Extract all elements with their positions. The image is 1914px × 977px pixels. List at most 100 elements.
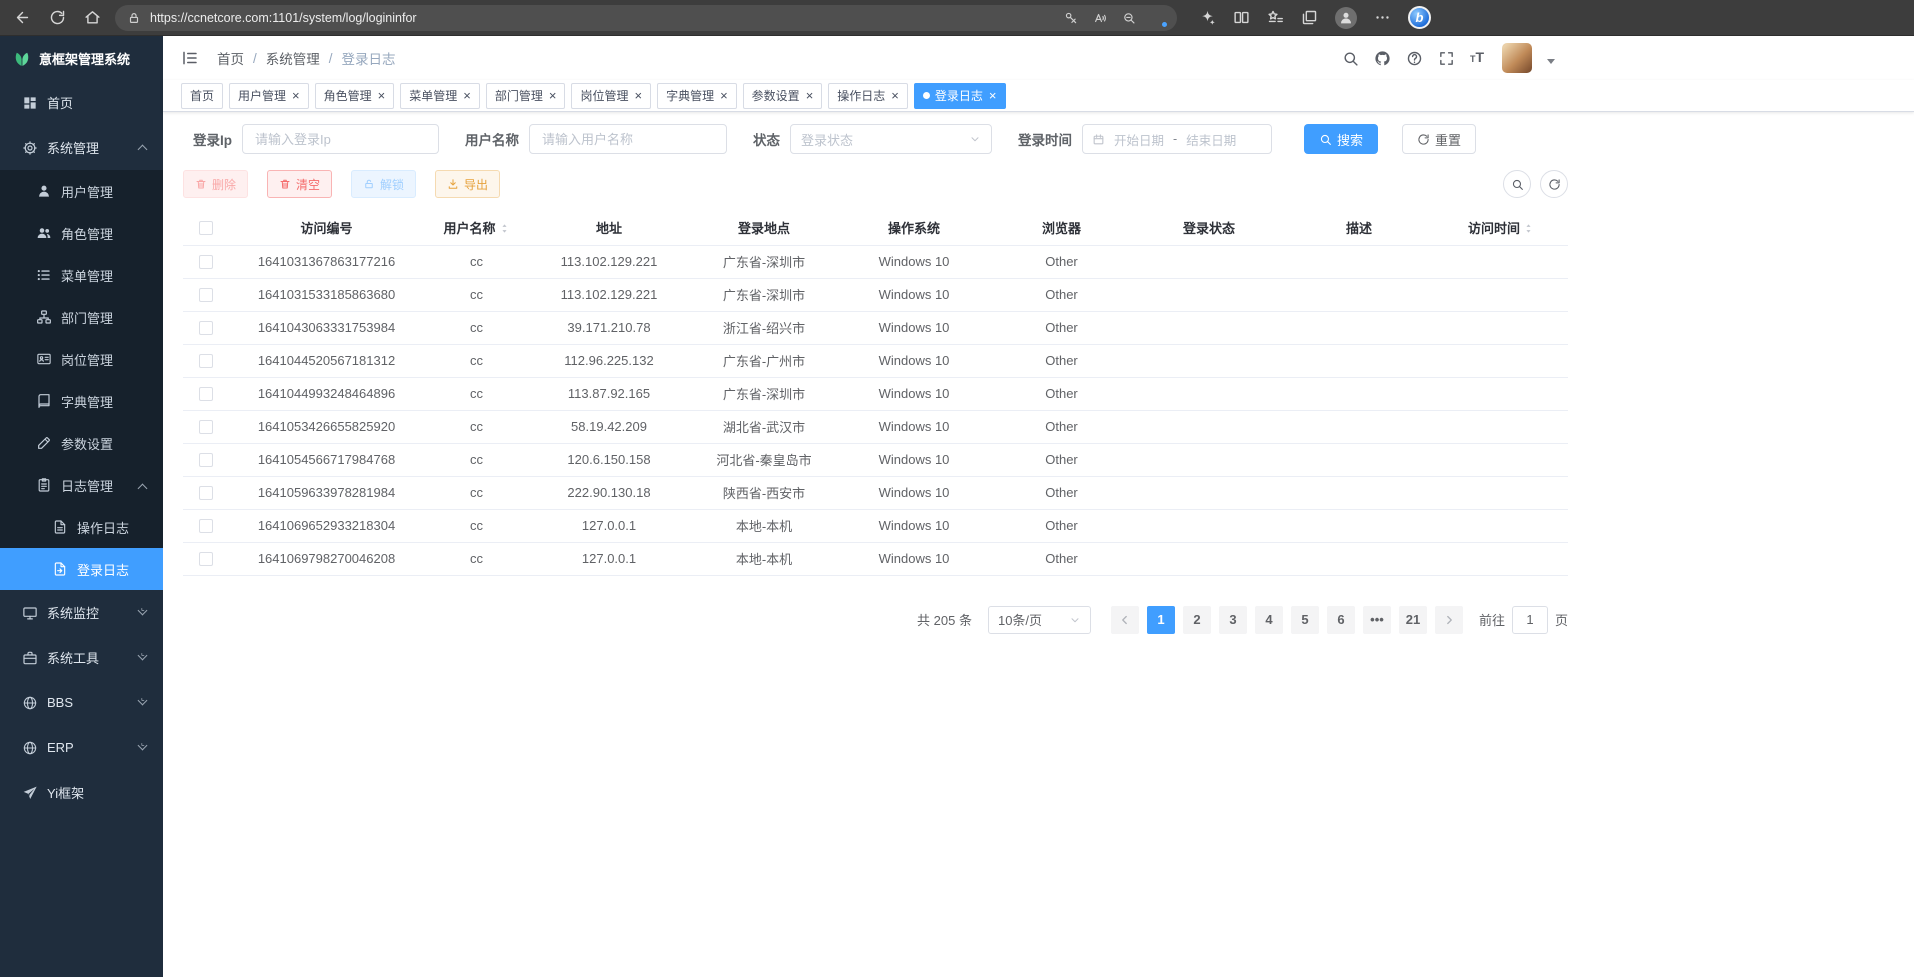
sidebar-item-menu-management[interactable]: 菜单管理 xyxy=(0,254,163,296)
back-icon[interactable] xyxy=(14,9,31,26)
zoom-out-icon[interactable] xyxy=(1122,11,1136,25)
font-size-icon[interactable]: TT xyxy=(1470,50,1487,67)
tab-4[interactable]: 部门管理× xyxy=(486,83,566,109)
refresh-icon[interactable] xyxy=(49,9,66,26)
close-icon[interactable]: × xyxy=(292,89,300,102)
row-checkbox[interactable] xyxy=(199,519,213,533)
key-icon[interactable] xyxy=(1064,11,1078,25)
favorites-star-icon[interactable] xyxy=(1151,11,1165,25)
sidebar-item-dictionary-management[interactable]: 字典管理 xyxy=(0,380,163,422)
page-size-select[interactable]: 10条/页 xyxy=(988,606,1091,634)
username-input[interactable] xyxy=(529,124,727,154)
sidebar-item-log-management[interactable]: 日志管理 xyxy=(0,464,163,506)
tab-7[interactable]: 参数设置× xyxy=(743,83,823,109)
breadcrumb-item[interactable]: 系统管理 xyxy=(266,48,320,68)
site-info-icon[interactable] xyxy=(127,11,141,25)
row-checkbox[interactable] xyxy=(199,288,213,302)
login-time-range-picker[interactable]: 开始日期 - 结束日期 xyxy=(1082,124,1272,154)
close-icon[interactable]: × xyxy=(891,89,899,102)
profile-icon[interactable] xyxy=(1335,7,1357,29)
close-icon[interactable]: × xyxy=(806,89,814,102)
collapse-menu-icon[interactable] xyxy=(181,49,199,67)
sidebar-item-yi-framework[interactable]: Yi框架 xyxy=(0,770,163,815)
sidebar-item-system-tools[interactable]: 系统工具 xyxy=(0,635,163,680)
close-icon[interactable]: × xyxy=(549,89,557,102)
user-avatar[interactable] xyxy=(1502,43,1532,73)
column-header[interactable]: 用户名称 xyxy=(424,210,529,245)
close-icon[interactable]: × xyxy=(634,89,642,102)
sidebar-item-parameter-settings[interactable]: 参数设置 xyxy=(0,422,163,464)
favorites-bar-icon[interactable] xyxy=(1267,9,1284,26)
url-text[interactable]: https://ccnetcore.com:1101/system/log/lo… xyxy=(150,11,1055,25)
chevron-down-icon[interactable] xyxy=(1547,59,1555,64)
sidebar-item-bbs[interactable]: BBS xyxy=(0,680,163,725)
sidebar-item-post-management[interactable]: 岗位管理 xyxy=(0,338,163,380)
close-icon[interactable]: × xyxy=(378,89,386,102)
toggle-search-button[interactable] xyxy=(1503,170,1531,198)
row-checkbox[interactable] xyxy=(199,387,213,401)
read-aloud-icon[interactable] xyxy=(1093,11,1107,25)
close-icon[interactable]: × xyxy=(720,89,728,102)
more-icon[interactable] xyxy=(1374,9,1391,26)
github-icon[interactable] xyxy=(1374,50,1391,67)
column-header[interactable]: 访问时间 xyxy=(1434,210,1568,245)
row-checkbox[interactable] xyxy=(199,453,213,467)
row-checkbox[interactable] xyxy=(199,255,213,269)
tab-2[interactable]: 角色管理× xyxy=(315,83,395,109)
copilot-icon[interactable]: b xyxy=(1408,6,1431,29)
page-button-6[interactable]: 6 xyxy=(1327,606,1355,634)
tab-9[interactable]: 登录日志× xyxy=(914,83,1006,109)
refresh-table-button[interactable] xyxy=(1540,170,1568,198)
select-all-checkbox[interactable] xyxy=(199,221,213,235)
page-button-4[interactable]: 4 xyxy=(1255,606,1283,634)
row-checkbox[interactable] xyxy=(199,354,213,368)
tab-6[interactable]: 字典管理× xyxy=(657,83,737,109)
tab-8[interactable]: 操作日志× xyxy=(828,83,908,109)
search-button[interactable]: 搜索 xyxy=(1304,124,1378,154)
collections-icon[interactable] xyxy=(1301,9,1318,26)
page-button-21[interactable]: 21 xyxy=(1399,606,1427,634)
reset-button[interactable]: 重置 xyxy=(1402,124,1476,154)
tab-3[interactable]: 菜单管理× xyxy=(400,83,480,109)
unlock-button[interactable]: 解锁 xyxy=(351,170,416,198)
prev-page-button[interactable] xyxy=(1111,606,1139,634)
help-icon[interactable] xyxy=(1406,50,1423,67)
tab-1[interactable]: 用户管理× xyxy=(229,83,309,109)
next-page-button[interactable] xyxy=(1435,606,1463,634)
status-select[interactable]: 登录状态 xyxy=(790,124,992,154)
sidebar-item-role-management[interactable]: 角色管理 xyxy=(0,212,163,254)
page-button-1[interactable]: 1 xyxy=(1147,606,1175,634)
close-icon[interactable]: × xyxy=(463,89,471,102)
export-button[interactable]: 导出 xyxy=(435,170,500,198)
page-button-3[interactable]: 3 xyxy=(1219,606,1247,634)
sidebar-item-login-log[interactable]: 登录日志 xyxy=(0,548,163,590)
sidebar-item-user-management[interactable]: 用户管理 xyxy=(0,170,163,212)
login-ip-input[interactable] xyxy=(242,124,439,154)
sidebar-item-operation-log[interactable]: 操作日志 xyxy=(0,506,163,548)
row-checkbox[interactable] xyxy=(199,486,213,500)
sidebar-item-department-management[interactable]: 部门管理 xyxy=(0,296,163,338)
split-screen-icon[interactable] xyxy=(1233,9,1250,26)
browser-essentials-icon[interactable] xyxy=(1199,9,1216,26)
close-icon[interactable]: × xyxy=(989,89,997,102)
home-icon[interactable] xyxy=(84,9,101,26)
sidebar-item-system-management[interactable]: 系统管理 xyxy=(0,125,163,170)
delete-button[interactable]: 删除 xyxy=(183,170,248,198)
more-pages-button[interactable]: ••• xyxy=(1363,606,1391,634)
sidebar-item-home[interactable]: 首页 xyxy=(0,80,163,125)
row-checkbox[interactable] xyxy=(199,552,213,566)
page-button-5[interactable]: 5 xyxy=(1291,606,1319,634)
sidebar-item-system-monitor[interactable]: 系统监控 xyxy=(0,590,163,635)
fullscreen-icon[interactable] xyxy=(1438,50,1455,67)
breadcrumb-item[interactable]: 首页 xyxy=(217,48,244,68)
page-button-2[interactable]: 2 xyxy=(1183,606,1211,634)
search-icon[interactable] xyxy=(1342,50,1359,67)
row-checkbox[interactable] xyxy=(199,420,213,434)
sidebar-item-erp[interactable]: ERP xyxy=(0,725,163,770)
clear-button[interactable]: 清空 xyxy=(267,170,332,198)
row-checkbox[interactable] xyxy=(199,321,213,335)
tab-5[interactable]: 岗位管理× xyxy=(571,83,651,109)
address-bar[interactable]: https://ccnetcore.com:1101/system/log/lo… xyxy=(115,5,1177,31)
tab-0[interactable]: 首页 xyxy=(181,83,223,109)
goto-page-input[interactable] xyxy=(1512,606,1548,634)
